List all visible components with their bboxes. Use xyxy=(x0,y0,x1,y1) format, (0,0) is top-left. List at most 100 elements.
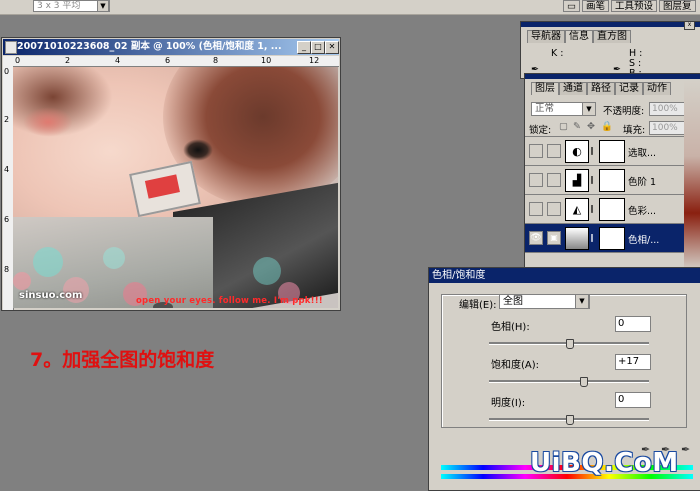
layer-mask-thumbnail[interactable] xyxy=(599,140,625,163)
brush-icon[interactable]: ▣ xyxy=(547,231,561,245)
layer-mask-thumbnail[interactable] xyxy=(599,198,625,221)
chevron-down-icon[interactable]: ▼ xyxy=(582,102,596,116)
chain-icon: ∥ xyxy=(590,175,594,184)
eyedropper-minus-icon[interactable]: ✒ xyxy=(681,443,690,456)
visibility-toggle[interactable] xyxy=(529,144,543,158)
ruler-label: 2 xyxy=(4,115,10,124)
palette-well: ▭ 画笔 工具预设 图层复 xyxy=(563,0,696,12)
layer-name[interactable]: 选取... xyxy=(628,145,656,159)
tab-history[interactable]: 记录 xyxy=(615,82,643,95)
document-icon xyxy=(5,41,17,54)
site-watermark: UiBQ.CoM xyxy=(530,448,679,478)
bokeh-circle xyxy=(103,247,125,269)
layer-name[interactable]: 色相/... xyxy=(628,232,659,246)
tab-paths[interactable]: 路径 xyxy=(587,82,615,95)
tab-channels[interactable]: 通道 xyxy=(559,82,587,95)
link-toggle[interactable] xyxy=(547,202,561,216)
tab-navigator[interactable]: 导航器 xyxy=(527,30,565,43)
tab-layer-comps[interactable]: 图层复 xyxy=(659,0,696,12)
layers-panel: 图层 通道 路径 记录 动作 ▶ 正常 ▼ 不透明度: 100% 锁定: ▢ ✎… xyxy=(524,73,700,270)
lock-all-icon[interactable]: 🔒 xyxy=(601,121,613,132)
navigator-tabs: 导航器 信息 直方图 xyxy=(527,30,631,43)
ruler-label: 12 xyxy=(309,56,320,65)
chevron-down-icon[interactable]: ▼ xyxy=(575,294,589,309)
chevron-down-icon[interactable]: ▼ xyxy=(97,0,109,12)
close-icon[interactable]: x xyxy=(684,21,695,30)
lightness-input[interactable]: 0 xyxy=(615,392,651,408)
tab-histogram[interactable]: 直方图 xyxy=(593,30,631,43)
layer-row[interactable]: ▟ ∥ 色阶 1 xyxy=(525,165,685,194)
saturation-input[interactable]: +17 xyxy=(615,354,651,370)
ruler-label: 0 xyxy=(4,67,10,76)
fill-label: 填充: xyxy=(623,125,646,136)
photo-caption: open your eyes. follow me. I'm ppk!!! xyxy=(136,296,323,306)
eye-shape xyxy=(183,139,213,161)
visibility-toggle[interactable] xyxy=(529,173,543,187)
ruler-label: 2 xyxy=(65,56,71,65)
panel-title-bar[interactable] xyxy=(521,22,700,27)
lightness-label: 明度(I): xyxy=(491,398,526,409)
lock-label: 锁定: xyxy=(529,125,552,136)
chain-icon: ∥ xyxy=(590,146,594,155)
hue-saturation-icon xyxy=(565,227,589,250)
ruler-label: 8 xyxy=(4,265,10,274)
layer-mask-thumbnail[interactable] xyxy=(599,169,625,192)
layer-name[interactable]: 色彩... xyxy=(628,203,656,217)
layer-row[interactable]: ◐ ∥ 选取... xyxy=(525,136,685,165)
step-instruction: 7。加强全图的饱和度 xyxy=(30,349,215,371)
document-title-bar[interactable]: 20071010223608_02 副本 @ 100% (色相/饱和度 1, .… xyxy=(3,39,339,55)
edit-label: 编辑(E): xyxy=(459,300,497,311)
ruler-label: 0 xyxy=(15,56,21,65)
dialog-title[interactable]: 色相/饱和度 xyxy=(429,268,700,283)
tab-brushes[interactable]: 画笔 xyxy=(581,0,609,12)
tab-layers[interactable]: 图层 xyxy=(531,82,559,95)
photo-canvas[interactable]: sinsuo.com open your eyes. follow me. I'… xyxy=(13,67,338,308)
levels-icon: ▟ xyxy=(565,169,589,192)
ruler-label: 6 xyxy=(4,215,10,224)
link-toggle[interactable] xyxy=(547,173,561,187)
info-k-label: K : xyxy=(551,48,564,59)
lock-position-icon[interactable]: ✥ xyxy=(587,121,595,132)
layer-row[interactable]: ◭ ∥ 色彩... xyxy=(525,194,685,223)
opacity-label: 不透明度: xyxy=(603,106,645,117)
ruler-label: 4 xyxy=(4,165,10,174)
hue-slider-thumb[interactable] xyxy=(566,339,574,349)
photo-watermark: sinsuo.com xyxy=(19,290,83,301)
visibility-toggle[interactable] xyxy=(529,202,543,216)
layers-tabs: 图层 通道 路径 记录 动作 xyxy=(531,82,671,95)
background-photo-strip xyxy=(684,80,700,270)
chain-icon: ∥ xyxy=(590,233,594,242)
minimize-button[interactable]: _ xyxy=(297,41,311,54)
color-balance-icon: ◭ xyxy=(565,198,589,221)
layer-mask-thumbnail[interactable] xyxy=(599,227,625,250)
layer-name[interactable]: 色阶 1 xyxy=(628,174,656,188)
hue-input[interactable]: 0 xyxy=(615,316,651,332)
layer-row-selected[interactable]: 👁 ▣ ∥ 色相/... xyxy=(525,223,685,252)
close-button[interactable]: ✕ xyxy=(325,41,339,54)
maximize-button[interactable]: □ xyxy=(311,41,325,54)
navigator-panel: x 导航器 信息 直方图 K : H : S : B : ✒ ✒ xyxy=(520,21,700,79)
document-title: 20071010223608_02 副本 @ 100% (色相/饱和度 1, .… xyxy=(17,41,282,52)
tab-tool-presets[interactable]: 工具预设 xyxy=(611,0,658,12)
lightness-slider-thumb[interactable] xyxy=(566,415,574,425)
horizontal-ruler: 0 2 4 6 8 10 12 xyxy=(3,56,339,67)
ruler-label: 8 xyxy=(213,56,219,65)
saturation-slider-track[interactable] xyxy=(489,380,649,383)
tab-info[interactable]: 信息 xyxy=(565,30,593,43)
lock-pixels-icon[interactable]: ✎ xyxy=(573,121,581,132)
palette-icon[interactable]: ▭ xyxy=(563,0,580,12)
saturation-label: 饱和度(A): xyxy=(491,360,540,371)
tab-actions[interactable]: 动作 xyxy=(643,82,671,95)
adjustment-icon: ◐ xyxy=(565,140,589,163)
saturation-slider-thumb[interactable] xyxy=(580,377,588,387)
lock-transparency-icon[interactable]: ▢ xyxy=(559,121,568,132)
ruler-label: 10 xyxy=(261,56,272,65)
panel-title-bar[interactable] xyxy=(525,74,700,79)
ruler-label: 4 xyxy=(115,56,121,65)
link-toggle[interactable] xyxy=(547,144,561,158)
chain-icon: ∥ xyxy=(590,204,594,213)
ruler-label: 6 xyxy=(165,56,171,65)
lips-shape xyxy=(23,107,73,137)
bokeh-circle xyxy=(13,272,31,290)
eye-icon[interactable]: 👁 xyxy=(529,231,543,245)
